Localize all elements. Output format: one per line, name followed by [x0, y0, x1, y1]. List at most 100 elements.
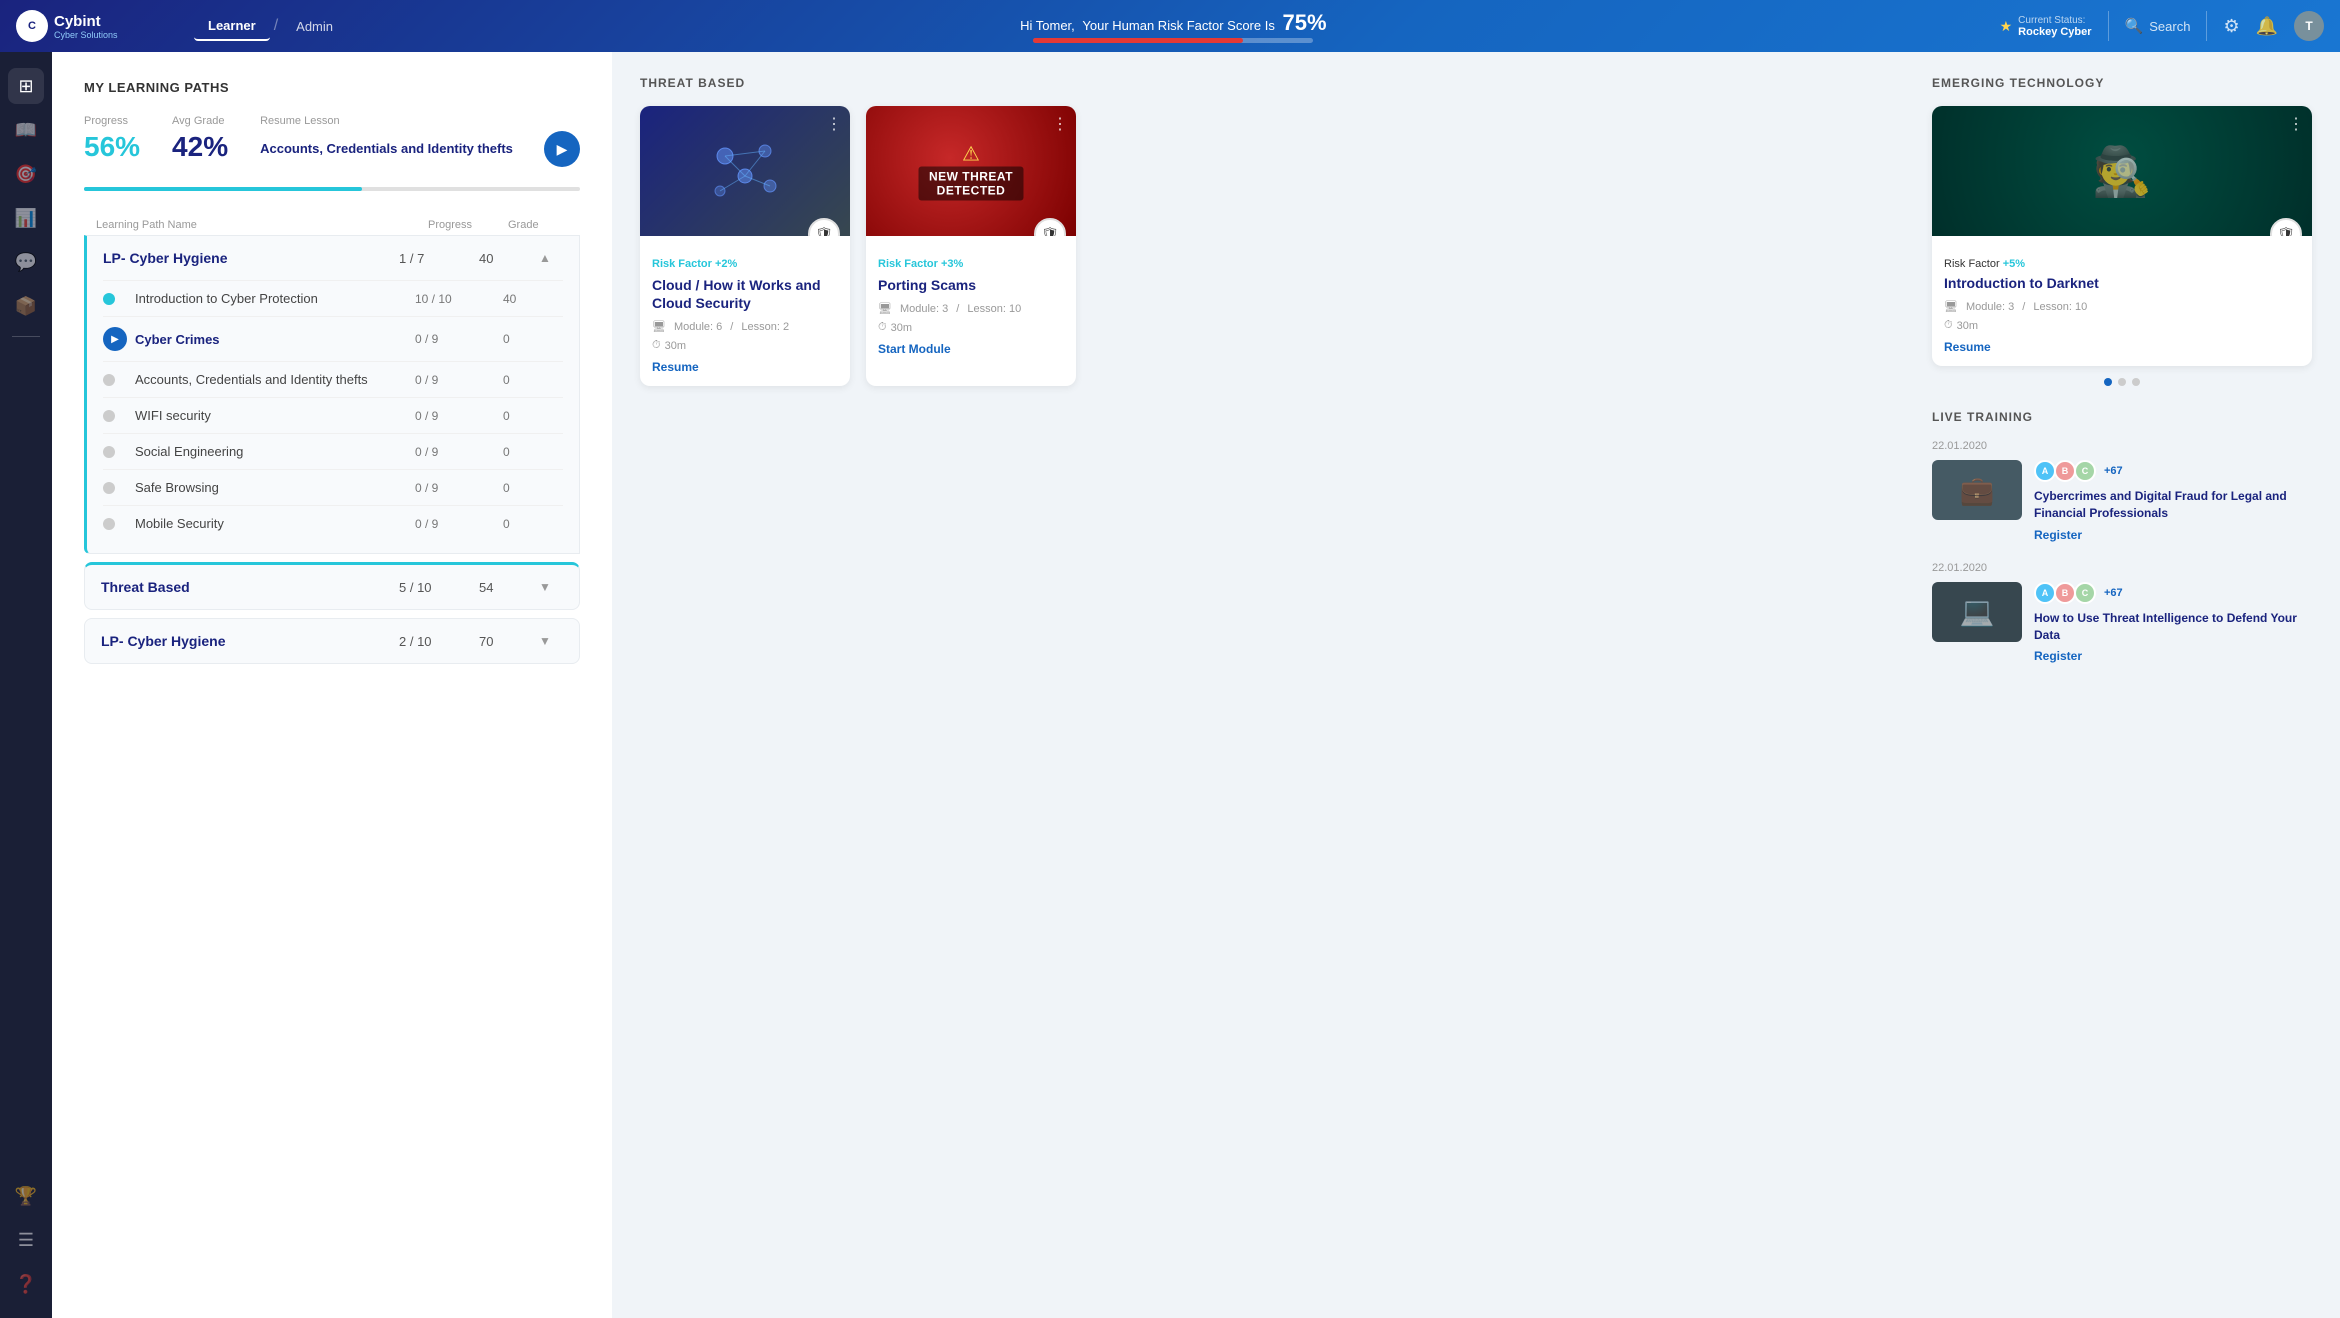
dot-3[interactable] — [2132, 378, 2140, 386]
mini-avatar-2c: C — [2074, 582, 2096, 604]
lesson-progress-social: 0 / 9 — [415, 445, 495, 459]
sidebar-item-box[interactable]: 📦 — [8, 288, 44, 324]
threat-cards-row: ⋮ 🛡 Risk Factor +2% Cloud / How it Works… — [640, 106, 1904, 386]
lesson-dot-done — [103, 293, 115, 305]
risk-label: Your Human Risk Factor Score Is — [1082, 18, 1274, 33]
training-item-2: 💻 A B C +67 How to Use Threat Intelligen… — [1932, 582, 2312, 664]
module-icon-darknet: 🖥 — [1944, 300, 1958, 313]
sidebar-item-target[interactable]: 🎯 — [8, 156, 44, 192]
col-progress: Progress — [428, 219, 508, 231]
plus-count-2: +67 — [2104, 587, 2123, 599]
lp-row-cyber-hygiene[interactable]: LP- Cyber Hygiene 1 / 7 40 ▲ — [87, 236, 579, 280]
sidebar-item-dashboard[interactable]: ⊞ — [8, 68, 44, 104]
sidebar-item-list[interactable]: ☰ — [8, 1222, 44, 1258]
thumb-bg-porting: ⚠ NEW THREAT DETECTED — [866, 106, 1076, 236]
lesson-row-active: ▶ Cyber Crimes 0 / 9 0 — [103, 316, 563, 361]
search-label: Search — [2149, 19, 2190, 34]
card-footer-cloud: Resume — [652, 360, 838, 374]
plus-count-1: +67 — [2104, 465, 2123, 477]
nav-tab-admin[interactable]: Admin — [282, 13, 347, 40]
play-button[interactable]: ▶ — [544, 131, 580, 167]
user-avatar[interactable]: T — [2294, 11, 2324, 41]
clock-icon-darknet: ⏱ — [1944, 319, 1953, 332]
current-status: ★ Current Status: Rockey Cyber — [2000, 15, 2092, 38]
lesson-name-safe: Safe Browsing — [135, 480, 407, 495]
lesson-progress-accounts: 0 / 9 — [415, 373, 495, 387]
divider — [2108, 11, 2109, 41]
card-meta-porting: 🖥 Module: 3 / Lesson: 10 — [878, 302, 1064, 315]
sidebar-item-analytics[interactable]: 📊 — [8, 200, 44, 236]
lesson-list: Introduction to Cyber Protection 10 / 10… — [87, 280, 579, 553]
mini-avatar-2b: B — [2054, 582, 2076, 604]
emerging-section: EMERGING TECHNOLOGY 🕵 ⋮ 🛡 — [1932, 76, 2312, 386]
lesson-grade-wifi: 0 — [503, 409, 563, 423]
sidebar: ⊞ 📖 🎯 📊 💬 📦 🏆 ☰ ❓ — [0, 52, 52, 1318]
col-name: Learning Path Name — [96, 219, 428, 231]
sidebar-divider — [12, 336, 40, 337]
mini-avatar-1b: B — [2054, 460, 2076, 482]
new-threat-label: NEW THREAT DETECTED — [919, 167, 1024, 201]
emerging-cards: 🕵 ⋮ 🛡 Risk Factor +5% Introductio — [1932, 106, 2312, 366]
star-icon: ★ — [2000, 18, 2013, 35]
bell-icon[interactable]: 🔔 — [2256, 16, 2278, 37]
lp-grade-cyber-hygiene: 40 — [479, 251, 539, 266]
stats-row: Progress 56% Avg Grade 42% Resume Lesson… — [84, 115, 580, 167]
lp-card-cyber-hygiene: LP- Cyber Hygiene 1 / 7 40 ▲ Introductio… — [84, 235, 580, 554]
card-body-cloud: Risk Factor +2% Cloud / How it Works and… — [640, 236, 850, 386]
sidebar-item-help[interactable]: ❓ — [8, 1266, 44, 1302]
mini-avatar-1a: A — [2034, 460, 2056, 482]
lesson-progress-safe: 0 / 9 — [415, 481, 495, 495]
lp-name-hygiene2: LP- Cyber Hygiene — [101, 633, 399, 649]
clock-icon: ⏱ — [652, 339, 661, 352]
card-menu-porting[interactable]: ⋮ — [1052, 114, 1068, 134]
dot-1[interactable] — [2104, 378, 2112, 386]
risk-factor-porting: Risk Factor +3% — [878, 258, 1064, 270]
lp-row-threat[interactable]: Threat Based 5 / 10 54 ▼ — [85, 565, 579, 609]
meta-sep-porting: / — [956, 303, 959, 315]
card-title-darknet: Introduction to Darknet — [1944, 274, 2300, 292]
nav-tab-learner[interactable]: Learner — [194, 12, 270, 41]
dot-2[interactable] — [2118, 378, 2126, 386]
sidebar-item-chat[interactable]: 💬 — [8, 244, 44, 280]
sidebar-item-book[interactable]: 📖 — [8, 112, 44, 148]
risk-value-porting: +3% — [941, 258, 963, 270]
lesson-grade-mobile: 0 — [503, 517, 563, 531]
lesson-row: Safe Browsing 0 / 9 0 — [103, 469, 563, 505]
lp-row-hygiene2[interactable]: LP- Cyber Hygiene 2 / 10 70 ▼ — [85, 619, 579, 663]
col-grade: Grade — [508, 219, 568, 231]
logo-icon: C — [16, 10, 48, 42]
card-time-darknet: ⏱ 30m — [1944, 319, 2300, 332]
card-meta-darknet: 🖥 Module: 3 / Lesson: 10 — [1944, 300, 2300, 313]
thumb-bg-cloud — [640, 106, 850, 236]
divider2 — [2206, 11, 2207, 41]
lesson-name-intro: Introduction to Cyber Protection — [135, 291, 407, 306]
lesson-grade-social: 0 — [503, 445, 563, 459]
live-training-section: LIVE TRAINING 22.01.2020 💼 A B C + — [1932, 410, 2312, 663]
avg-grade-label: Avg Grade — [172, 115, 228, 127]
module-icon-porting: 🖥 — [878, 302, 892, 315]
greeting-text: Hi Tomer, — [1020, 18, 1075, 33]
table-header: Learning Path Name Progress Grade — [84, 215, 580, 235]
card-thumb-porting: ⚠ NEW THREAT DETECTED ⋮ 🛡 — [866, 106, 1076, 236]
threat-emerging-col: THREAT BASED — [640, 76, 1904, 683]
card-menu-cloud[interactable]: ⋮ — [826, 114, 842, 134]
lesson-grade-crimes: 0 — [503, 332, 563, 346]
sidebar-item-award[interactable]: 🏆 — [8, 1178, 44, 1214]
resume-button-darknet[interactable]: Resume — [1944, 340, 1991, 354]
lesson-name-wifi: WIFI security — [135, 408, 407, 423]
start-button-porting[interactable]: Start Module — [878, 342, 951, 356]
progress-label: Progress — [84, 115, 140, 127]
register-button-2[interactable]: Register — [2034, 649, 2312, 663]
lesson-progress-mobile: 0 / 9 — [415, 517, 495, 531]
warning-icon: ⚠ — [919, 142, 1024, 167]
nav-tabs: Learner / Admin — [194, 12, 347, 41]
card-menu-darknet[interactable]: ⋮ — [2288, 114, 2304, 134]
resume-button-cloud[interactable]: Resume — [652, 360, 699, 374]
register-button-1[interactable]: Register — [2034, 528, 2312, 542]
search-button[interactable]: 🔍 Search — [2125, 17, 2191, 35]
module-label-darknet: Module: 3 — [1966, 301, 2014, 313]
lp-name-threat: Threat Based — [101, 579, 399, 595]
training-title-2: How to Use Threat Intelligence to Defend… — [2034, 610, 2312, 644]
settings-icon[interactable]: ⚙ — [2223, 16, 2239, 37]
module-label-cloud: Module: 6 — [674, 321, 722, 333]
